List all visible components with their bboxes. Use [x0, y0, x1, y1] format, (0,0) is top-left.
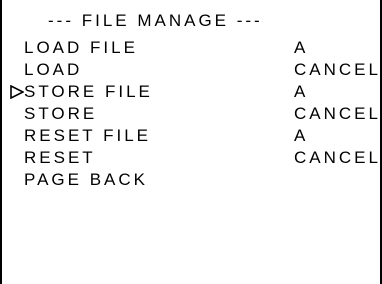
- menu-item-value: CANCEL: [294, 148, 381, 167]
- menu-item-label: STORE FILE: [24, 82, 153, 101]
- menu-item-store[interactable]: STORE CANCEL: [2, 104, 380, 124]
- menu-item-page-back[interactable]: PAGE BACK: [2, 170, 380, 190]
- menu-item-reset[interactable]: RESET CANCEL: [2, 148, 380, 168]
- menu-title: --- FILE MANAGE ---: [48, 11, 263, 30]
- menu-item-label: LOAD FILE: [24, 38, 138, 57]
- menu-item-label: RESET FILE: [24, 126, 151, 145]
- menu-item-label: LOAD: [24, 60, 83, 79]
- menu-item-store-file[interactable]: STORE FILE A: [2, 82, 380, 102]
- menu-item-reset-file[interactable]: RESET FILE A: [2, 126, 380, 146]
- menu-item-value: A: [294, 38, 309, 57]
- menu-item-value: A: [294, 126, 309, 145]
- menu-item-value: A: [294, 82, 309, 101]
- file-manage-screen: --- FILE MANAGE --- LOAD FILE A LOAD CAN…: [0, 0, 382, 284]
- menu-item-load[interactable]: LOAD CANCEL: [2, 60, 380, 80]
- menu-item-load-file[interactable]: LOAD FILE A: [2, 38, 380, 58]
- menu-item-label: STORE: [24, 104, 98, 123]
- menu-item-label: RESET: [24, 148, 96, 167]
- menu-item-value: CANCEL: [294, 60, 381, 79]
- menu-item-value: CANCEL: [294, 104, 381, 123]
- triangle-right-outline-icon: [10, 85, 24, 99]
- menu-item-label: PAGE BACK: [24, 170, 148, 189]
